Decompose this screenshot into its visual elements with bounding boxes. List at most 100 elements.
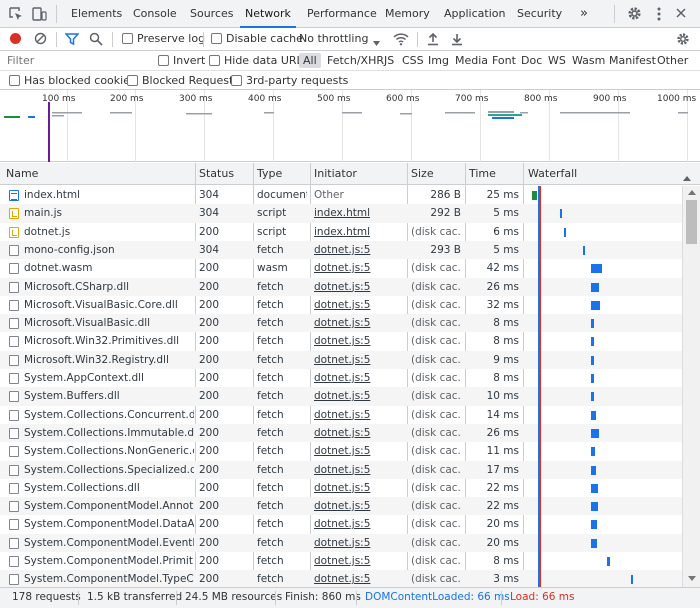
search-icon[interactable] bbox=[89, 32, 103, 46]
table-scrollbar[interactable] bbox=[682, 186, 700, 587]
record-icon[interactable] bbox=[10, 33, 21, 44]
table-row[interactable]: System.ComponentModel.EventBa... 200 fetch… bbox=[0, 533, 682, 552]
column-header-status[interactable]: Status bbox=[199, 167, 234, 180]
chevron-down-icon[interactable] bbox=[373, 36, 380, 46]
invert-checkbox[interactable] bbox=[158, 55, 169, 66]
timeline-overview[interactable]: 100 ms 200 ms 300 ms 400 ms 500 ms 600 m… bbox=[0, 90, 700, 162]
type-filter-fetch-xhr[interactable]: Fetch/XHR bbox=[325, 53, 386, 68]
request-initiator[interactable]: dotnet.js:5 bbox=[314, 497, 404, 515]
column-header-size[interactable]: Size bbox=[411, 167, 434, 180]
request-initiator[interactable]: dotnet.js:5 bbox=[314, 442, 404, 460]
column-header-type[interactable]: Type bbox=[257, 167, 282, 180]
network-conditions-wifi-icon[interactable] bbox=[393, 32, 409, 46]
type-filter-img[interactable]: Img bbox=[426, 53, 451, 68]
more-tabs-button[interactable]: » bbox=[580, 0, 588, 28]
table-row[interactable]: System.Collections.Concurrent.dll 200 fetc… bbox=[0, 406, 682, 424]
preserve-log-checkbox[interactable] bbox=[122, 33, 133, 44]
table-row[interactable]: mono-config.json 304 fetch dotnet.js:5 293 B… bbox=[0, 240, 682, 260]
request-initiator[interactable]: dotnet.js:5 bbox=[314, 387, 404, 405]
table-row[interactable]: main.js 304 script index.html 292 B 5 ms bbox=[0, 204, 682, 223]
filter-input[interactable] bbox=[4, 53, 148, 69]
column-header-name[interactable]: Name bbox=[6, 167, 38, 180]
request-initiator[interactable]: dotnet.js:5 bbox=[314, 515, 404, 533]
table-row[interactable]: Microsoft.Win32.Registry.dll 200 fetch dotn… bbox=[0, 350, 682, 369]
request-initiator[interactable]: dotnet.js:5 bbox=[314, 259, 404, 277]
inspect-element-icon[interactable] bbox=[8, 6, 24, 22]
request-initiator[interactable]: dotnet.js:5 bbox=[314, 534, 404, 552]
request-initiator[interactable]: dotnet.js:5 bbox=[314, 369, 404, 387]
disable-cache-checkbox[interactable] bbox=[211, 33, 222, 44]
table-row[interactable]: System.ComponentModel.Annotat... 200 fetch… bbox=[0, 497, 682, 516]
request-initiator[interactable]: dotnet.js:5 bbox=[314, 241, 404, 259]
request-initiator[interactable]: dotnet.js:5 bbox=[314, 351, 404, 369]
type-filter-font[interactable]: Font bbox=[490, 53, 518, 68]
sort-up-icon[interactable] bbox=[683, 171, 691, 181]
throttling-select[interactable]: No throttling bbox=[299, 32, 368, 46]
table-row[interactable]: System.Collections.Specialized.dll 200 fet… bbox=[0, 460, 682, 479]
table-row[interactable]: System.Buffers.dll 200 fetch dotnet.js:5 (di… bbox=[0, 387, 682, 406]
request-initiator[interactable]: dotnet.js:5 bbox=[314, 424, 404, 442]
has-blocked-cookies-checkbox[interactable] bbox=[9, 75, 20, 86]
tab-application[interactable]: Application bbox=[444, 0, 505, 28]
table-row[interactable]: System.Collections.NonGeneric.dll 200 fetc… bbox=[0, 442, 682, 460]
table-row[interactable]: Microsoft.Win32.Primitives.dll 200 fetch do… bbox=[0, 332, 682, 350]
table-row[interactable]: System.ComponentModel.TypeCo... 200 fetch d… bbox=[0, 570, 682, 587]
type-filter-ws[interactable]: WS bbox=[546, 53, 568, 68]
tab-performance[interactable]: Performance bbox=[307, 0, 377, 28]
request-initiator[interactable]: dotnet.js:5 bbox=[314, 479, 404, 497]
filter-funnel-icon[interactable] bbox=[64, 32, 80, 46]
request-initiator[interactable]: dotnet.js:5 bbox=[314, 314, 404, 332]
request-initiator[interactable]: dotnet.js:5 bbox=[314, 296, 404, 314]
type-filter-js[interactable]: JS bbox=[382, 53, 396, 68]
more-options-icon[interactable] bbox=[656, 6, 662, 22]
close-devtools-icon[interactable] bbox=[675, 7, 687, 19]
request-initiator[interactable]: dotnet.js:5 bbox=[314, 332, 404, 350]
hide-data-urls-checkbox[interactable] bbox=[209, 55, 220, 66]
scroll-up-arrow[interactable] bbox=[688, 190, 696, 195]
column-header-waterfall[interactable]: Waterfall bbox=[528, 167, 577, 180]
scroll-down-arrow[interactable] bbox=[688, 576, 696, 581]
blocked-requests-checkbox[interactable] bbox=[127, 75, 138, 86]
tab-security[interactable]: Security bbox=[517, 0, 562, 28]
type-filter-all[interactable]: All bbox=[299, 53, 321, 68]
request-initiator[interactable]: index.html bbox=[314, 204, 404, 222]
request-initiator[interactable]: dotnet.js:5 bbox=[314, 406, 404, 424]
column-header-time[interactable]: Time bbox=[469, 167, 496, 180]
table-row[interactable]: Microsoft.VisualBasic.Core.dll 200 fetch do… bbox=[0, 296, 682, 314]
third-party-requests-checkbox[interactable] bbox=[231, 75, 242, 86]
table-row[interactable]: index.html 304 document Other 286 B 25 ms bbox=[0, 186, 682, 204]
type-filter-media[interactable]: Media bbox=[453, 53, 490, 68]
table-row[interactable]: System.Collections.dll 200 fetch dotnet.js:… bbox=[0, 479, 682, 497]
table-row[interactable]: System.Collections.Immutable.dll 200 fetch… bbox=[0, 423, 682, 443]
network-settings-gear-icon[interactable] bbox=[676, 32, 690, 46]
tab-console[interactable]: Console bbox=[133, 0, 177, 28]
request-initiator[interactable]: dotnet.js:5 bbox=[314, 461, 404, 479]
table-row[interactable]: Microsoft.CSharp.dll 200 fetch dotnet.js:5 (… bbox=[0, 277, 682, 296]
table-row[interactable]: System.ComponentModel.DataAn... 200 fetch d… bbox=[0, 515, 682, 533]
request-initiator[interactable]: dotnet.js:5 bbox=[314, 278, 404, 296]
tab-sources[interactable]: Sources bbox=[190, 0, 234, 28]
table-row[interactable]: System.ComponentModel.Primitiv... 200 fetc… bbox=[0, 552, 682, 570]
type-filter-wasm[interactable]: Wasm bbox=[570, 53, 607, 68]
clear-icon[interactable] bbox=[34, 32, 47, 45]
table-row[interactable]: dotnet.wasm 200 wasm dotnet.js:5 (disk cac..… bbox=[0, 259, 682, 277]
type-filter-doc[interactable]: Doc bbox=[519, 53, 544, 68]
scrollbar-thumb[interactable] bbox=[686, 200, 697, 244]
settings-gear-icon[interactable] bbox=[627, 6, 642, 21]
tab-network[interactable]: Network bbox=[240, 0, 296, 28]
type-filter-manifest[interactable]: Manifest bbox=[607, 53, 658, 68]
import-har-icon[interactable] bbox=[427, 32, 439, 46]
tab-elements[interactable]: Elements bbox=[71, 0, 122, 28]
type-filter-css[interactable]: CSS bbox=[400, 53, 426, 68]
tab-memory[interactable]: Memory bbox=[385, 0, 430, 28]
request-initiator[interactable]: dotnet.js:5 bbox=[314, 570, 404, 587]
table-row[interactable]: dotnet.js 200 script index.html (disk cac...… bbox=[0, 223, 682, 241]
export-har-icon[interactable] bbox=[451, 32, 463, 46]
table-row[interactable]: Microsoft.VisualBasic.dll 200 fetch dotnet.… bbox=[0, 314, 682, 333]
type-filter-other[interactable]: Other bbox=[655, 53, 690, 68]
column-header-initiator[interactable]: Initiator bbox=[314, 167, 357, 180]
table-row[interactable]: System.AppContext.dll 200 fetch dotnet.js:5… bbox=[0, 369, 682, 387]
request-initiator[interactable]: dotnet.js:5 bbox=[314, 552, 404, 570]
device-toolbar-icon[interactable] bbox=[31, 6, 47, 22]
request-initiator[interactable]: index.html bbox=[314, 223, 404, 241]
